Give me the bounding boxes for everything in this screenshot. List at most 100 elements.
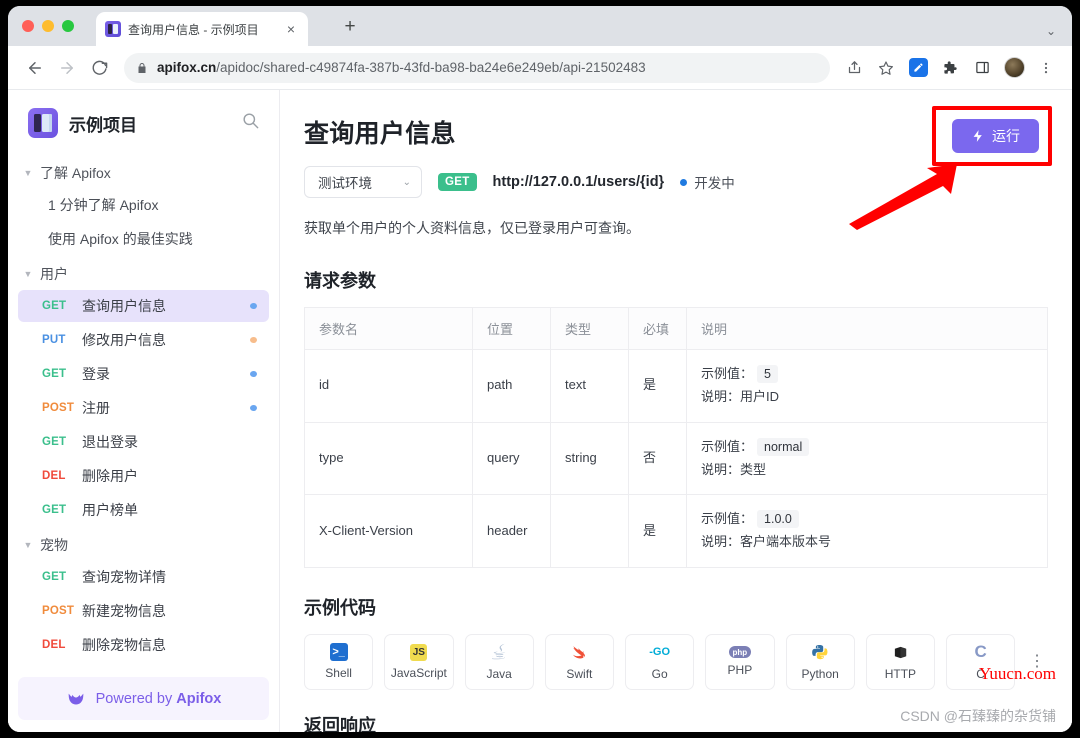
avatar[interactable]: [1000, 54, 1028, 82]
minimize-window-button[interactable]: [42, 20, 54, 32]
table-cell-location: query: [472, 422, 551, 496]
reload-button[interactable]: [84, 53, 114, 83]
sidebar-item-method: DEL: [42, 639, 66, 651]
sidebar-item-label: 新建宠物信息: [82, 603, 166, 619]
new-tab-button[interactable]: +: [338, 16, 362, 40]
sidebar-item-api[interactable]: POST 注册: [18, 392, 269, 424]
address-bar[interactable]: apifox.cn/apidoc/shared-c49874fa-387b-43…: [124, 52, 830, 83]
lock-icon: [138, 62, 146, 73]
sidebar-item-api[interactable]: DEL 删除用户: [18, 460, 269, 492]
language-tab-go[interactable]: -GO Go: [625, 633, 695, 690]
environment-select[interactable]: 测试环境 ⌄: [304, 166, 422, 198]
sidebar-item-label: 1 分钟了解 Apifox: [48, 197, 159, 213]
sidebar-item-doc[interactable]: 使用 Apifox 的最佳实践: [18, 223, 269, 255]
sidebar-item-label: 查询宠物详情: [82, 569, 166, 585]
sidebar-item-api[interactable]: GET 查询用户信息: [18, 290, 269, 322]
kebab-menu-icon[interactable]: [1032, 54, 1060, 82]
example-label: 示例值：: [701, 511, 754, 527]
language-tab-label: HTTP: [884, 667, 917, 682]
chevron-down-icon[interactable]: ⌄: [1046, 24, 1056, 38]
forward-button[interactable]: [52, 53, 82, 83]
sidebar-item-api[interactable]: GET 登录: [18, 358, 269, 390]
language-tab-php[interactable]: php PHP: [705, 633, 775, 690]
status-badge: 开发中: [680, 172, 735, 192]
desc-line: 说明：用户ID: [701, 386, 1033, 409]
sidebar-item-status-dot: [250, 405, 257, 411]
project-logo-icon: [28, 108, 58, 138]
maximize-window-button[interactable]: [62, 20, 74, 32]
tab-strip: 查询用户信息 - 示例项目 × + ⌄: [8, 6, 1072, 46]
table-cell-required: 是: [628, 494, 687, 568]
language-tab-swift[interactable]: Swift: [544, 633, 614, 690]
example-label: 示例值：: [701, 438, 754, 454]
sidebar-group-label: 用户: [40, 265, 68, 282]
sidebar-item-api[interactable]: GET 退出登录: [18, 426, 269, 458]
page-body: 示例项目 ▼ 了解 Apifox 1 分钟了解 Apifox 使用 Apifox 的最…: [8, 90, 1072, 732]
table-cell-name: id: [304, 349, 473, 423]
share-icon[interactable]: [840, 54, 868, 82]
pen-extension-icon[interactable]: [904, 54, 932, 82]
sidebar-group-11[interactable]: ▼ 宠物: [18, 528, 269, 561]
language-tab-shell[interactable]: >_ Shell: [304, 633, 374, 690]
language-tab-java[interactable]: Java: [464, 633, 534, 690]
sidebar-group-label: 了解 Apifox: [40, 164, 111, 181]
language-tabs: >_ Shell JS JavaScript Java Swift -GO Go php PHP P…: [304, 633, 1048, 690]
example-value: 1.0.0: [757, 510, 799, 529]
javascript-icon: JS: [410, 643, 428, 661]
desc-label: 说明：: [701, 461, 741, 477]
side-panel-icon[interactable]: [968, 54, 996, 82]
search-icon[interactable]: [241, 111, 261, 135]
sidebar-item-api[interactable]: POST 新建宠物信息: [18, 595, 269, 627]
table-column-header: 参数名: [304, 307, 473, 350]
api-meta-row: 测试环境 ⌄ GET http://127.0.0.1/users/{id} 开…: [304, 166, 1048, 198]
browser-tab[interactable]: 查询用户信息 - 示例项目 ×: [96, 12, 308, 46]
window-controls: [22, 20, 74, 32]
close-icon[interactable]: ×: [283, 21, 299, 37]
sidebar-item-api[interactable]: GET 用户榜单: [18, 494, 269, 526]
sidebar-item-api[interactable]: PUT 修改用户信息: [18, 324, 269, 356]
sidebar-item-doc[interactable]: 1 分钟了解 Apifox: [18, 189, 269, 221]
language-tab-javascript[interactable]: JS JavaScript: [384, 633, 454, 690]
sidebar-item-api[interactable]: GET 查询宠物详情: [18, 561, 269, 593]
sidebar-group-0[interactable]: ▼ 了解 Apifox: [18, 156, 269, 189]
sidebar-item-api[interactable]: DEL 删除宠物信息: [18, 629, 269, 661]
table-cell-required: 否: [628, 422, 687, 496]
table-row: id path text 是示例值： 5 说明：用户ID: [304, 349, 1048, 423]
sidebar-item-status-dot: [250, 608, 257, 614]
browser-toolbar: apifox.cn/apidoc/shared-c49874fa-387b-43…: [8, 46, 1072, 90]
sidebar-item-label: 退出登录: [82, 434, 138, 450]
table-row: type query string 否示例值： normal 说明：类型: [304, 422, 1048, 496]
desc-line: 说明：类型: [701, 459, 1033, 482]
table-column-header: 位置: [472, 307, 551, 350]
back-button[interactable]: [20, 53, 50, 83]
close-window-button[interactable]: [22, 20, 34, 32]
status-label: 开发中: [694, 176, 735, 191]
table-cell-type: string: [550, 422, 629, 496]
sidebar: 示例项目 ▼ 了解 Apifox 1 分钟了解 Apifox 使用 Apifox 的最…: [8, 90, 280, 732]
url-domain: apifox.cn: [157, 60, 217, 75]
caret-down-icon: ▼: [23, 268, 33, 279]
table-cell-description: 示例值： 5 说明：用户ID: [686, 349, 1048, 423]
sidebar-item-status-dot: [250, 642, 257, 648]
language-tab-python[interactable]: Python: [785, 633, 855, 690]
status-dot-icon: [680, 178, 688, 186]
table-cell-name: X-Client-Version: [304, 494, 473, 568]
run-button-label: 运行: [992, 128, 1020, 144]
bookmark-star-icon[interactable]: [872, 54, 900, 82]
table-header-row: 参数名 位置 类型 必填 说明: [304, 307, 1048, 350]
language-tab-http[interactable]: HTTP: [865, 633, 935, 690]
example-line: 示例值： 5: [701, 363, 1033, 386]
sidebar-item-label: 登录: [82, 366, 110, 382]
lightning-bolt-icon: [973, 130, 982, 142]
table-cell-description: 示例值： normal 说明：类型: [686, 422, 1048, 496]
run-button[interactable]: 运行: [952, 119, 1039, 153]
table-column-header: 说明: [686, 307, 1048, 350]
puzzle-extension-icon[interactable]: [936, 54, 964, 82]
sample-code-heading: 示例代码: [304, 597, 376, 618]
desc-label: 说明：: [701, 388, 741, 404]
powered-by-apifox[interactable]: Powered by Apifox: [18, 677, 269, 720]
sidebar-group-3[interactable]: ▼ 用户: [18, 257, 269, 290]
sidebar-item-status-dot: [250, 507, 257, 513]
example-value: 5: [757, 365, 778, 383]
language-tab-label: Shell: [325, 666, 352, 681]
